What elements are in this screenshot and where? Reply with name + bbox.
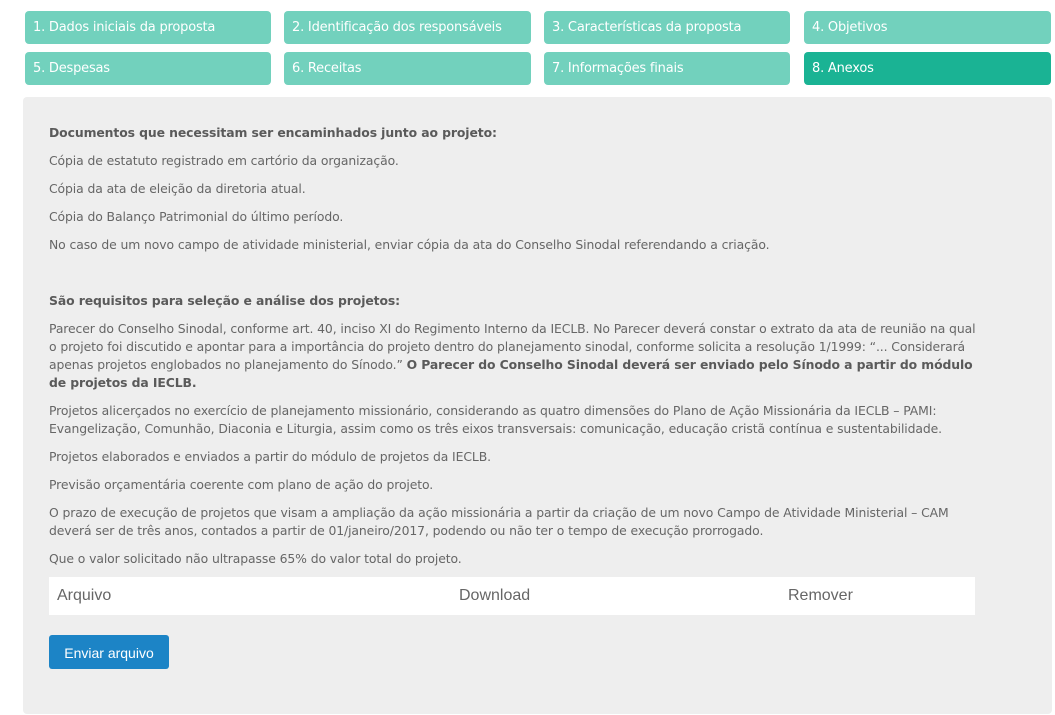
- column-remover: Remover: [788, 587, 853, 604]
- requirement-item: Projetos alicerçados no exercício de pla…: [49, 403, 943, 436]
- tab-anexos[interactable]: 8. Anexos: [804, 52, 1051, 85]
- documents-heading: Documentos que necessitam ser encaminhad…: [49, 125, 497, 140]
- requirement-item: Que o valor solicitado não ultrapasse 65…: [49, 551, 462, 566]
- tab-identificacao-responsaveis[interactable]: 2. Identificação dos responsáveis: [284, 11, 531, 44]
- document-item: No caso de um novo campo de atividade mi…: [49, 237, 770, 252]
- document-item: Cópia de estatuto registrado em cartório…: [49, 153, 399, 168]
- upload-file-button[interactable]: Enviar arquivo: [49, 635, 169, 669]
- requirement-item: O prazo de execução de projetos que visa…: [49, 505, 949, 538]
- tab-receitas[interactable]: 6. Receitas: [284, 52, 531, 85]
- document-item: Cópia do Balanço Patrimonial do último p…: [49, 209, 344, 224]
- tab-objetivos[interactable]: 4. Objetivos: [804, 11, 1051, 44]
- tab-informacoes-finais[interactable]: 7. Informações finais: [544, 52, 790, 85]
- attachments-panel: Documentos que necessitam ser encaminhad…: [23, 97, 1052, 714]
- column-download: Download: [459, 587, 531, 604]
- tab-despesas[interactable]: 5. Despesas: [25, 52, 271, 85]
- column-arquivo: Arquivo: [57, 587, 112, 604]
- tab-caracteristicas-proposta[interactable]: 3. Características da proposta: [544, 11, 790, 44]
- requirement-item: Projetos elaborados e enviados a partir …: [49, 449, 491, 464]
- instructions: Documentos que necessitam ser encaminhad…: [49, 124, 979, 578]
- requirement-item: Previsão orçamentária coerente com plano…: [49, 477, 434, 492]
- requirements-heading: São requisitos para seleção e análise do…: [49, 293, 401, 308]
- requirement-item: Parecer do Conselho Sinodal, conforme ar…: [49, 320, 979, 392]
- files-table-header: Arquivo Download Remover: [49, 577, 975, 615]
- tab-dados-iniciais[interactable]: 1. Dados iniciais da proposta: [25, 11, 271, 44]
- document-item: Cópia da ata de eleição da diretoria atu…: [49, 181, 306, 196]
